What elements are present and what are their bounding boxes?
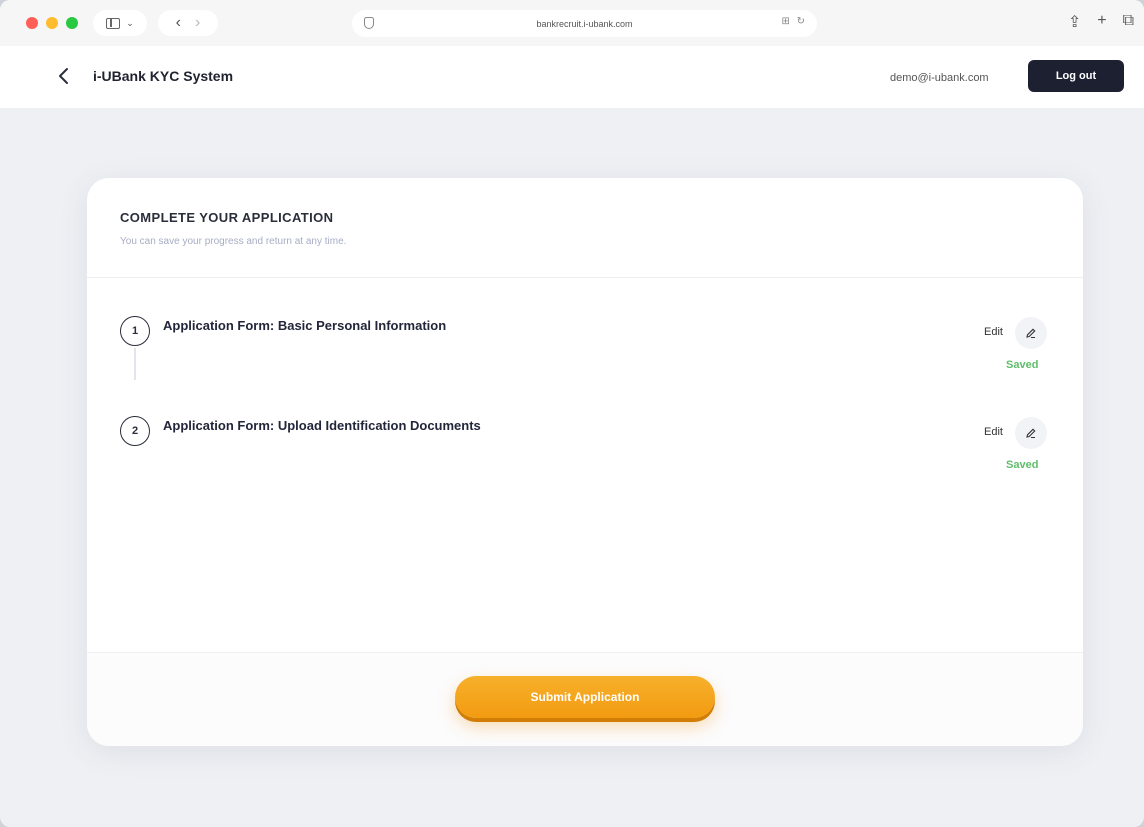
close-window-button[interactable]: [26, 17, 38, 29]
edit-button[interactable]: [1015, 417, 1047, 449]
pencil-icon: [1026, 428, 1036, 438]
back-button[interactable]: [52, 64, 76, 88]
forward-nav-icon[interactable]: ›: [195, 14, 200, 32]
zoom-window-button[interactable]: [66, 17, 78, 29]
app-title: i-UBank KYC System: [93, 68, 234, 84]
url-text: bankrecruit.i-ubank.com: [536, 18, 633, 29]
back-nav-icon[interactable]: ‹: [176, 14, 181, 32]
step-number-badge: 2: [120, 416, 150, 446]
edit-link[interactable]: Edit: [984, 426, 1003, 438]
share-icon[interactable]: ⇪: [1068, 12, 1081, 32]
edit-button[interactable]: [1015, 317, 1047, 349]
step-item: 1 Application Form: Basic Personal Infor…: [87, 314, 1083, 384]
reload-icon[interactable]: ⊞ ↻: [781, 16, 807, 27]
step-item: 2 Application Form: Upload Identificatio…: [87, 414, 1083, 484]
pencil-icon: [1026, 328, 1036, 338]
user-email: demo@i-ubank.com: [890, 72, 989, 84]
browser-actions: ⇪ + ⧉: [1068, 12, 1134, 32]
application-card: COMPLETE YOUR APPLICATION You can save y…: [87, 178, 1083, 746]
edit-link[interactable]: Edit: [984, 326, 1003, 338]
tab-overview-icon[interactable]: ⧉: [1123, 12, 1134, 32]
chevron-left-icon: [59, 68, 68, 84]
saved-status: Saved: [1006, 359, 1039, 371]
history-nav: ‹ ›: [158, 10, 218, 36]
step-title[interactable]: Application Form: Basic Personal Informa…: [163, 318, 446, 333]
chevron-down-icon: ⌄: [126, 17, 134, 28]
sidebar-toggle-button[interactable]: ⌄: [93, 10, 147, 36]
new-tab-icon[interactable]: +: [1097, 12, 1106, 32]
address-bar[interactable]: bankrecruit.i-ubank.com ⊞ ↻: [352, 10, 817, 37]
browser-window: ⌄ ‹ › bankrecruit.i-ubank.com ⊞ ↻ ⇪ + ⧉ …: [0, 0, 1144, 827]
browser-toolbar: ⌄ ‹ › bankrecruit.i-ubank.com ⊞ ↻ ⇪ + ⧉: [0, 0, 1144, 46]
card-subtitle: You can save your progress and return at…: [120, 236, 347, 247]
step-connector: [134, 348, 136, 380]
step-number-badge: 1: [120, 316, 150, 346]
logout-button[interactable]: Log out: [1028, 60, 1124, 92]
card-footer: Submit Application: [87, 652, 1083, 746]
step-title[interactable]: Application Form: Upload Identification …: [163, 418, 481, 433]
submit-application-button[interactable]: Submit Application: [455, 676, 715, 718]
privacy-shield-icon: [364, 17, 374, 29]
saved-status: Saved: [1006, 459, 1039, 471]
app-header: i-UBank KYC System demo@i-ubank.com Log …: [0, 46, 1144, 108]
card-title: COMPLETE YOUR APPLICATION: [120, 210, 334, 225]
sidebar-icon: [106, 17, 121, 29]
minimize-window-button[interactable]: [46, 17, 58, 29]
card-header: COMPLETE YOUR APPLICATION You can save y…: [87, 178, 1083, 278]
